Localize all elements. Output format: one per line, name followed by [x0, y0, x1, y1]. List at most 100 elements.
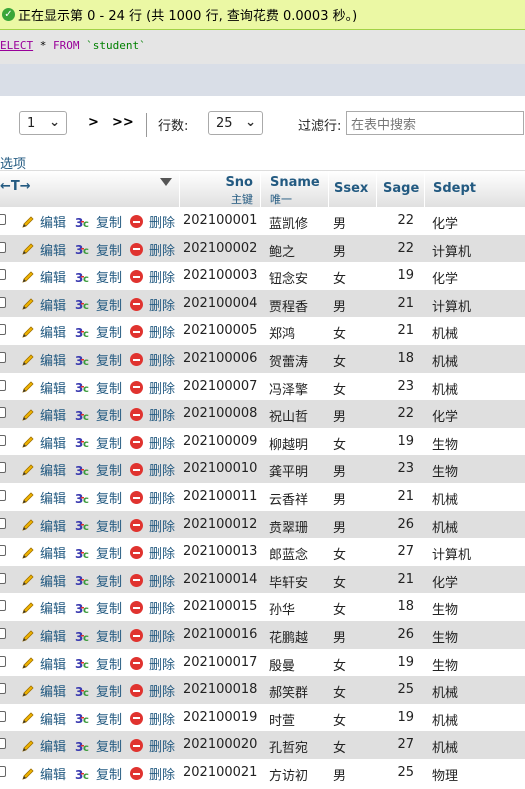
copy-button[interactable]: 3 c 复制	[75, 543, 122, 563]
delete-button[interactable]: 删除	[130, 598, 175, 617]
copy-button[interactable]: 3 c 复制	[75, 433, 122, 452]
delete-button[interactable]: 删除	[130, 736, 175, 755]
edit-button[interactable]: 编辑	[21, 405, 66, 424]
copy-button[interactable]: 3 c 复制	[75, 378, 122, 397]
edit-button[interactable]: 编辑	[21, 654, 66, 673]
next-page-button[interactable]: >	[88, 115, 99, 130]
last-page-button[interactable]: >>	[112, 115, 134, 130]
sort-dropdown-icon[interactable]	[160, 178, 172, 186]
edit-button[interactable]: 编辑	[21, 295, 66, 314]
row-checkbox[interactable]	[0, 545, 6, 557]
delete-button[interactable]: 删除	[130, 240, 175, 259]
row-checkbox[interactable]	[0, 379, 6, 391]
row-checkbox[interactable]	[0, 241, 6, 253]
edit-button[interactable]: 编辑	[21, 378, 66, 397]
row-checkbox[interactable]	[0, 269, 6, 281]
delete-button[interactable]: 删除	[130, 709, 175, 728]
copy-button[interactable]: 3 c 复制	[75, 681, 122, 701]
page-select[interactable]: 1 ⌄	[19, 111, 67, 135]
copy-button[interactable]: 3 c 复制	[75, 350, 122, 370]
copy-button[interactable]: 3 c 复制	[75, 295, 122, 314]
column-header-sname[interactable]: Sname 唯一	[260, 171, 329, 207]
delete-button[interactable]: 删除	[130, 295, 175, 314]
edit-button[interactable]: 编辑	[21, 322, 66, 341]
row-checkbox[interactable]	[0, 710, 6, 722]
edit-button[interactable]: 编辑	[21, 571, 66, 590]
edit-button[interactable]: 编辑	[21, 516, 66, 535]
copy-button[interactable]: 3 c 复制	[75, 736, 122, 756]
delete-button[interactable]: 删除	[130, 571, 175, 590]
row-checkbox[interactable]	[0, 434, 6, 446]
filter-rows-input[interactable]: 在表中搜索	[346, 111, 524, 135]
copy-button[interactable]: 3 c 复制	[75, 240, 122, 259]
edit-button[interactable]: 编辑	[21, 350, 66, 369]
row-checkbox[interactable]	[0, 462, 6, 474]
edit-button[interactable]: 编辑	[21, 764, 66, 783]
delete-button[interactable]: 删除	[130, 405, 175, 424]
edit-label: 编辑	[40, 657, 67, 673]
copy-button[interactable]: 3 c 复制	[75, 460, 122, 480]
copy-button[interactable]: 3 c 复制	[75, 764, 122, 784]
delete-button[interactable]: 删除	[130, 764, 175, 783]
row-checkbox[interactable]	[0, 572, 6, 584]
edit-button[interactable]: 编辑	[21, 681, 66, 700]
row-checkbox[interactable]	[0, 628, 6, 639]
edit-button[interactable]: 编辑	[21, 433, 66, 452]
row-checkbox[interactable]	[0, 490, 6, 501]
copy-button[interactable]: 3 c 复制	[75, 488, 122, 508]
row-checkbox[interactable]	[0, 214, 6, 225]
copy-button[interactable]: 3 c 复制	[75, 571, 122, 590]
edit-button[interactable]: 编辑	[21, 212, 66, 231]
copy-button[interactable]: 3 c 复制	[75, 516, 122, 535]
edit-button[interactable]: 编辑	[21, 488, 66, 507]
copy-button[interactable]: 3 c 复制	[75, 405, 122, 425]
delete-button[interactable]: 删除	[130, 433, 175, 452]
delete-button[interactable]: 删除	[130, 488, 175, 507]
delete-button[interactable]: 删除	[130, 212, 175, 231]
edit-button[interactable]: 编辑	[21, 709, 66, 728]
row-checkbox[interactable]	[0, 407, 6, 419]
edit-button[interactable]: 编辑	[21, 598, 66, 617]
row-checkbox[interactable]	[0, 600, 6, 612]
copy-button[interactable]: 3 c 复制	[75, 709, 122, 728]
rows-label: 行数:	[158, 119, 189, 134]
row-checkbox[interactable]	[0, 655, 6, 667]
copy-button[interactable]: 3 c 复制	[75, 322, 122, 342]
cell-ssex: 女	[333, 575, 347, 591]
edit-button[interactable]: 编辑	[21, 736, 66, 755]
copy-button[interactable]: 3 c 复制	[75, 212, 122, 232]
row-checkbox[interactable]	[0, 296, 6, 308]
column-toggle-arrows[interactable]: ←T→	[0, 179, 31, 194]
row-checkbox[interactable]	[0, 517, 6, 529]
delete-button[interactable]: 删除	[130, 378, 175, 397]
row-checkbox[interactable]	[0, 738, 6, 750]
column-header-sage[interactable]: Sage	[376, 171, 425, 207]
delete-button[interactable]: 删除	[130, 516, 175, 535]
delete-button[interactable]: 删除	[130, 267, 175, 286]
rows-per-page-select[interactable]: 25 ⌄	[208, 111, 263, 135]
delete-button[interactable]: 删除	[130, 543, 175, 562]
delete-button[interactable]: 删除	[130, 350, 175, 369]
delete-button[interactable]: 删除	[130, 460, 175, 479]
delete-button[interactable]: 删除	[130, 681, 175, 700]
row-checkbox[interactable]	[0, 352, 6, 363]
copy-button[interactable]: 3 c 复制	[75, 654, 122, 673]
column-header-ssex[interactable]: Ssex	[328, 171, 377, 207]
copy-button[interactable]: 3 c 复制	[75, 267, 122, 287]
edit-button[interactable]: 编辑	[21, 240, 66, 259]
row-checkbox[interactable]	[0, 324, 6, 336]
edit-button[interactable]: 编辑	[21, 543, 66, 562]
column-header-sdept[interactable]: Sdept	[424, 171, 485, 207]
delete-button[interactable]: 删除	[130, 626, 175, 645]
edit-button[interactable]: 编辑	[21, 460, 66, 479]
edit-button[interactable]: 编辑	[21, 267, 66, 286]
delete-button[interactable]: 删除	[130, 654, 175, 673]
delete-button[interactable]: 删除	[130, 322, 175, 341]
row-checkbox[interactable]	[0, 766, 6, 777]
copy-button[interactable]: 3 c 复制	[75, 598, 122, 618]
sql-query-text[interactable]: ELECT * FROM `student`	[0, 39, 146, 52]
edit-button[interactable]: 编辑	[21, 626, 66, 645]
row-checkbox[interactable]	[0, 683, 6, 695]
copy-button[interactable]: 3 c 复制	[75, 626, 122, 646]
column-header-sno[interactable]: Sno 主键	[179, 171, 261, 207]
